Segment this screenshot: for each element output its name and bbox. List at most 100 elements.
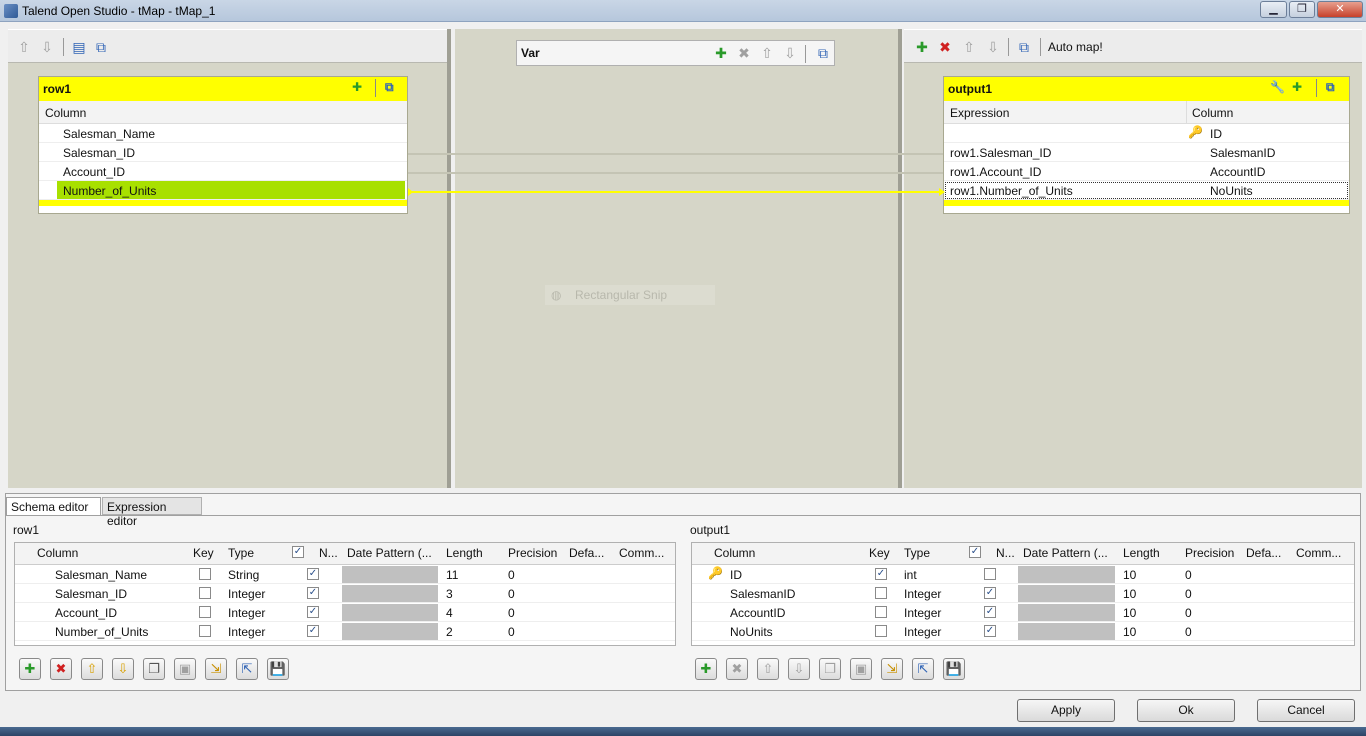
table-row[interactable]: Salesman_ID Integer ✓ 3 0	[15, 584, 675, 603]
cell-column[interactable]: Account_ID	[55, 606, 117, 620]
snip-label: Rectangular Snip	[575, 288, 668, 302]
nullable-checkbox[interactable]: ✓	[307, 625, 319, 637]
cell-length[interactable]: 2	[446, 625, 453, 639]
cell-column[interactable]: Salesman_ID	[55, 587, 127, 601]
header-date-pattern: Date Pattern (...	[1023, 546, 1108, 560]
nullable-checkbox[interactable]: ✓	[984, 587, 996, 599]
cell-length[interactable]: 10	[1123, 606, 1136, 620]
paste-button[interactable]: ▣	[174, 658, 196, 680]
cell-type[interactable]: Integer	[904, 587, 941, 601]
add-row-button[interactable]: ✚	[19, 658, 41, 680]
move-up-button[interactable]: ⇧	[757, 658, 779, 680]
table-row[interactable]: 🔑 ID ✓ int 10 0	[692, 565, 1354, 584]
cell-precision[interactable]: 0	[508, 568, 515, 582]
grid-header: Column Key Type ✓ N... Date Pattern (...…	[15, 543, 675, 565]
apply-button[interactable]: Apply	[1017, 699, 1115, 722]
cell-precision[interactable]: 0	[1185, 587, 1192, 601]
cell-type[interactable]: int	[904, 568, 917, 582]
cell-precision[interactable]: 0	[508, 625, 515, 639]
taskbar	[0, 727, 1366, 736]
ok-button[interactable]: Ok	[1137, 699, 1235, 722]
cell-precision[interactable]: 0	[1185, 568, 1192, 582]
key-checkbox[interactable]	[875, 625, 887, 637]
key-checkbox[interactable]	[199, 587, 211, 599]
cell-type[interactable]: Integer	[228, 625, 265, 639]
table-row[interactable]: Salesman_Name String ✓ 11 0	[15, 565, 675, 584]
cell-length[interactable]: 10	[1123, 587, 1136, 601]
nullable-checkbox[interactable]: ✓	[984, 606, 996, 618]
cell-length[interactable]: 10	[1123, 568, 1136, 582]
cell-column[interactable]: SalesmanID	[730, 587, 795, 601]
key-checkbox[interactable]	[199, 625, 211, 637]
cell-column[interactable]: Number_of_Units	[55, 625, 148, 639]
cell-type[interactable]: Integer	[904, 625, 941, 639]
cell-length[interactable]: 4	[446, 606, 453, 620]
cell-precision[interactable]: 0	[508, 587, 515, 601]
cell-precision[interactable]: 0	[1185, 625, 1192, 639]
key-checkbox[interactable]	[875, 606, 887, 618]
header-key: Key	[869, 546, 890, 560]
cell-type[interactable]: Integer	[228, 587, 265, 601]
tab-expression-editor[interactable]: Expression editor	[102, 497, 202, 528]
link-arrow	[939, 188, 945, 196]
schema-left-label: row1	[13, 523, 40, 537]
header-nullable: N...	[996, 546, 1015, 560]
add-row-button[interactable]: ✚	[695, 658, 717, 680]
header-key: Key	[193, 546, 214, 560]
table-row[interactable]: Number_of_Units Integer ✓ 2 0	[15, 622, 675, 641]
tab-schema-editor[interactable]: Schema editor	[6, 497, 101, 515]
header-nullable-checkbox[interactable]: ✓	[292, 546, 304, 558]
cell-type[interactable]: Integer	[904, 606, 941, 620]
move-up-button[interactable]: ⇧	[81, 658, 103, 680]
table-row[interactable]: NoUnits Integer ✓ 10 0	[692, 622, 1354, 641]
cell-length[interactable]: 3	[446, 587, 453, 601]
rectangular-snip-overlay: ◍ Rectangular Snip	[545, 285, 715, 305]
export-schema-button[interactable]: ⇱	[236, 658, 258, 680]
key-checkbox[interactable]: ✓	[875, 568, 887, 580]
cell-type[interactable]: Integer	[228, 606, 265, 620]
move-down-button[interactable]: ⇩	[788, 658, 810, 680]
export-schema-button[interactable]: ⇱	[912, 658, 934, 680]
import-schema-button[interactable]: ⇲	[205, 658, 227, 680]
schema-grid-right: Column Key Type ✓ N... Date Pattern (...…	[691, 542, 1355, 646]
save-schema-button[interactable]: 💾	[267, 658, 289, 680]
cancel-button[interactable]: Cancel	[1257, 699, 1355, 722]
header-nullable-checkbox[interactable]: ✓	[969, 546, 981, 558]
cell-column[interactable]: ID	[730, 568, 742, 582]
cell-length[interactable]: 11	[446, 568, 458, 582]
header-length: Length	[1123, 546, 1160, 560]
cell-precision[interactable]: 0	[1185, 606, 1192, 620]
table-row[interactable]: Account_ID Integer ✓ 4 0	[15, 603, 675, 622]
nullable-checkbox[interactable]: ✓	[307, 568, 319, 580]
import-schema-button[interactable]: ⇲	[881, 658, 903, 680]
key-checkbox[interactable]	[199, 606, 211, 618]
key-checkbox[interactable]	[199, 568, 211, 580]
save-schema-button[interactable]: 💾	[943, 658, 965, 680]
remove-row-button[interactable]: ✖	[50, 658, 72, 680]
table-row[interactable]: AccountID Integer ✓ 10 0	[692, 603, 1354, 622]
remove-row-button[interactable]: ✖	[726, 658, 748, 680]
header-column: Column	[714, 546, 756, 560]
copy-button[interactable]: ❐	[143, 658, 165, 680]
header-precision: Precision	[508, 546, 558, 560]
copy-button[interactable]: ❐	[819, 658, 841, 680]
header-column: Column	[37, 546, 79, 560]
table-row[interactable]: SalesmanID Integer ✓ 10 0	[692, 584, 1354, 603]
header-date-pattern: Date Pattern (...	[347, 546, 432, 560]
cell-type[interactable]: String	[228, 568, 259, 582]
nullable-checkbox[interactable]: ✓	[307, 606, 319, 618]
cell-column[interactable]: AccountID	[730, 606, 785, 620]
paste-button[interactable]: ▣	[850, 658, 872, 680]
key-checkbox[interactable]	[875, 587, 887, 599]
cell-length[interactable]: 10	[1123, 625, 1136, 639]
nullable-checkbox[interactable]: ✓	[307, 587, 319, 599]
nullable-checkbox[interactable]: ✓	[984, 625, 996, 637]
link-arrow	[408, 188, 413, 196]
nullable-checkbox[interactable]	[984, 568, 996, 580]
cell-precision[interactable]: 0	[508, 606, 515, 620]
move-down-button[interactable]: ⇩	[112, 658, 134, 680]
cell-column[interactable]: NoUnits	[730, 625, 773, 639]
header-comment: Comm...	[1296, 546, 1342, 560]
cell-column[interactable]: Salesman_Name	[55, 568, 147, 582]
header-type: Type	[904, 546, 931, 560]
